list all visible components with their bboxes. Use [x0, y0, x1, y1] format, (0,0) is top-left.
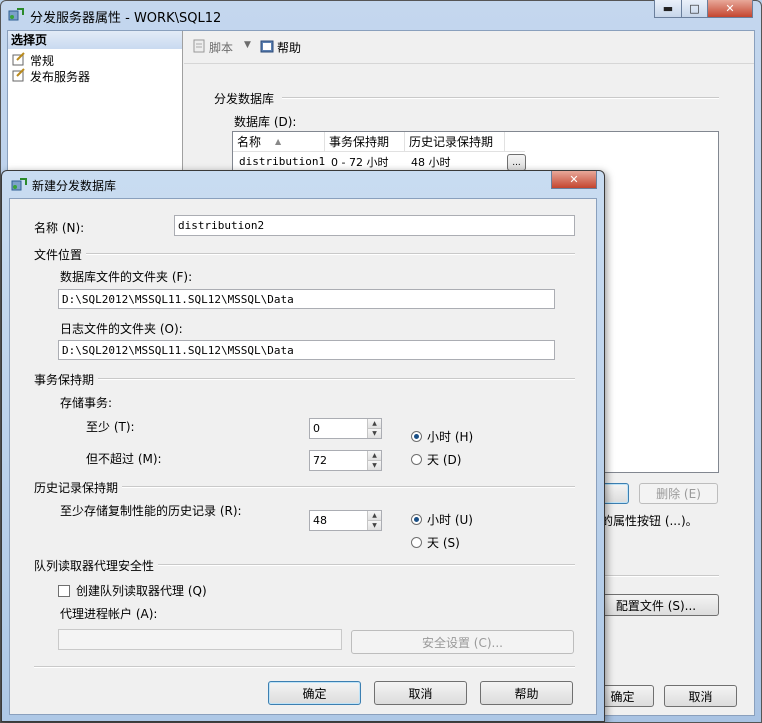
create-queue-checkbox[interactable]: 创建队列读取器代理 (Q) [58, 582, 207, 599]
page-item-label: 常规 [30, 54, 55, 68]
help-icon [260, 39, 274, 56]
col-header-label: 历史记录保持期 [409, 135, 494, 149]
history-separator [122, 486, 575, 488]
help-label: 帮助 [277, 41, 302, 55]
script-button[interactable]: 脚本 [192, 39, 233, 56]
agent-account-label: 代理进程帐户 (A): [60, 607, 158, 621]
close-icon: ✕ [569, 173, 579, 186]
history-value: 48 [313, 514, 327, 527]
radio-label: 小时 (U) [427, 513, 473, 527]
page-item-label: 发布服务器 [30, 70, 91, 84]
distribution-db-group-title: 分发数据库 [214, 92, 275, 106]
group-separator [282, 97, 719, 99]
queue-header: 队列读取器代理安全性 [34, 559, 155, 573]
file-location-header: 文件位置 [34, 248, 83, 262]
radio-selected [411, 514, 422, 525]
name-input[interactable]: distribution2 [174, 215, 575, 236]
history-hours-radio[interactable]: 小时 (U) [411, 511, 473, 528]
radio-selected [411, 431, 422, 442]
log-folder-label: 日志文件的文件夹 (O): [60, 322, 183, 336]
spin-down-icon[interactable]: ▼ [368, 428, 381, 438]
cell-history: 48 小时 [411, 155, 451, 169]
queue-separator [158, 564, 575, 566]
outer-cancel-button[interactable]: 取消 [664, 685, 737, 707]
select-page-header: 选择页 [8, 31, 182, 49]
col-header-history[interactable]: 历史记录保持期 [405, 132, 505, 151]
spin-up-icon[interactable]: ▲ [368, 419, 381, 429]
page-item-publishers[interactable]: 发布服务器 [12, 68, 90, 85]
help-dialog-button[interactable]: 帮助 [480, 681, 573, 705]
radio-unselected [411, 454, 422, 465]
spin-down-icon[interactable]: ▼ [368, 460, 381, 470]
profile-defaults-button[interactable]: 配置文件 (S)... [593, 594, 719, 616]
db-list-label: 数据库 (D): [234, 115, 297, 129]
col-header-label: 事务保持期 [329, 135, 390, 149]
delete-button[interactable]: 删除 (E) [639, 483, 718, 504]
close-icon: ✕ [725, 2, 735, 15]
log-folder-input[interactable]: D:\SQL2012\MSSQL11.SQL12\MSSQL\Data [58, 340, 555, 360]
at-least-value: 0 [313, 422, 320, 435]
maximize-button[interactable]: □ [681, 0, 708, 18]
row-properties-button[interactable]: ... [507, 154, 526, 171]
script-dropdown-icon[interactable]: ▼ [244, 40, 251, 50]
radio-unselected [411, 537, 422, 548]
ok-button[interactable]: 确定 [268, 681, 361, 705]
not-more-label: 但不超过 (M): [86, 452, 162, 466]
minimize-icon: ▬ [662, 2, 674, 15]
col-header-retention[interactable]: 事务保持期 [325, 132, 405, 151]
data-folder-label: 数据库文件的文件夹 (F): [60, 270, 193, 284]
col-header-label: 名称 [237, 135, 262, 149]
db-list-header: 名称 ▲ 事务保持期 历史记录保持期 [233, 132, 525, 152]
at-least-label: 至少 (T): [86, 420, 135, 434]
cell-name: distribution1 [239, 155, 326, 168]
cell-retention: 0 - 72 小时 [331, 155, 389, 169]
checkbox-box [58, 584, 70, 597]
tx-retention-separator [98, 378, 575, 380]
dialog-bottom-separator [34, 666, 575, 668]
page-general-icon [12, 52, 26, 69]
not-more-value: 72 [313, 454, 327, 467]
store-tx-label: 存储事务: [60, 396, 113, 410]
at-least-stepper[interactable]: 0 ▲ ▼ [309, 418, 382, 439]
maximize-icon: □ [689, 2, 700, 15]
history-header: 历史记录保持期 [34, 481, 119, 495]
radio-label: 天 (S) [427, 536, 460, 550]
dialog-title: 新建分发数据库 [32, 179, 117, 193]
window-icon [8, 7, 24, 23]
history-days-radio[interactable]: 天 (S) [411, 534, 460, 551]
tx-hours-radio[interactable]: 小时 (H) [411, 428, 473, 445]
dialog-icon [11, 177, 27, 193]
security-settings-button[interactable]: 安全设置 (C)... [351, 630, 574, 654]
history-stepper[interactable]: 48 ▲ ▼ [309, 510, 382, 531]
file-location-separator [86, 253, 575, 255]
spin-down-icon[interactable]: ▼ [368, 520, 381, 530]
sort-asc-icon: ▲ [275, 137, 282, 146]
history-label: 至少存储复制性能的历史记录 (R): [60, 504, 242, 518]
not-more-stepper[interactable]: 72 ▲ ▼ [309, 450, 382, 471]
spin-up-icon[interactable]: ▲ [368, 451, 381, 461]
window-title: 分发服务器属性 - WORK\SQL12 [30, 11, 222, 26]
dialog-close-button[interactable]: ✕ [551, 171, 597, 189]
data-folder-input[interactable]: D:\SQL2012\MSSQL11.SQL12\MSSQL\Data [58, 289, 555, 309]
tx-days-radio[interactable]: 天 (D) [411, 451, 461, 468]
script-label: 脚本 [209, 41, 234, 55]
page-item-general[interactable]: 常规 [12, 52, 54, 69]
minimize-button[interactable]: ▬ [654, 0, 682, 18]
help-button[interactable]: 帮助 [260, 39, 301, 56]
radio-label: 天 (D) [427, 453, 462, 467]
property-hint-text: 的属性按钮 (...)。 [601, 514, 698, 528]
agent-account-input[interactable] [58, 629, 342, 650]
name-label: 名称 (N): [34, 221, 85, 235]
checkbox-label: 创建队列读取器代理 (Q) [76, 584, 207, 598]
outer-separator [604, 575, 719, 577]
script-icon [192, 39, 206, 56]
close-button[interactable]: ✕ [707, 0, 753, 18]
cancel-button[interactable]: 取消 [374, 681, 467, 705]
radio-label: 小时 (H) [427, 430, 474, 444]
tx-retention-header: 事务保持期 [34, 373, 95, 387]
spin-up-icon[interactable]: ▲ [368, 511, 381, 521]
col-header-name[interactable]: 名称 ▲ [233, 132, 325, 151]
table-row[interactable]: distribution1 0 - 72 小时 48 小时 [233, 152, 500, 171]
page-publishers-icon [12, 68, 26, 85]
